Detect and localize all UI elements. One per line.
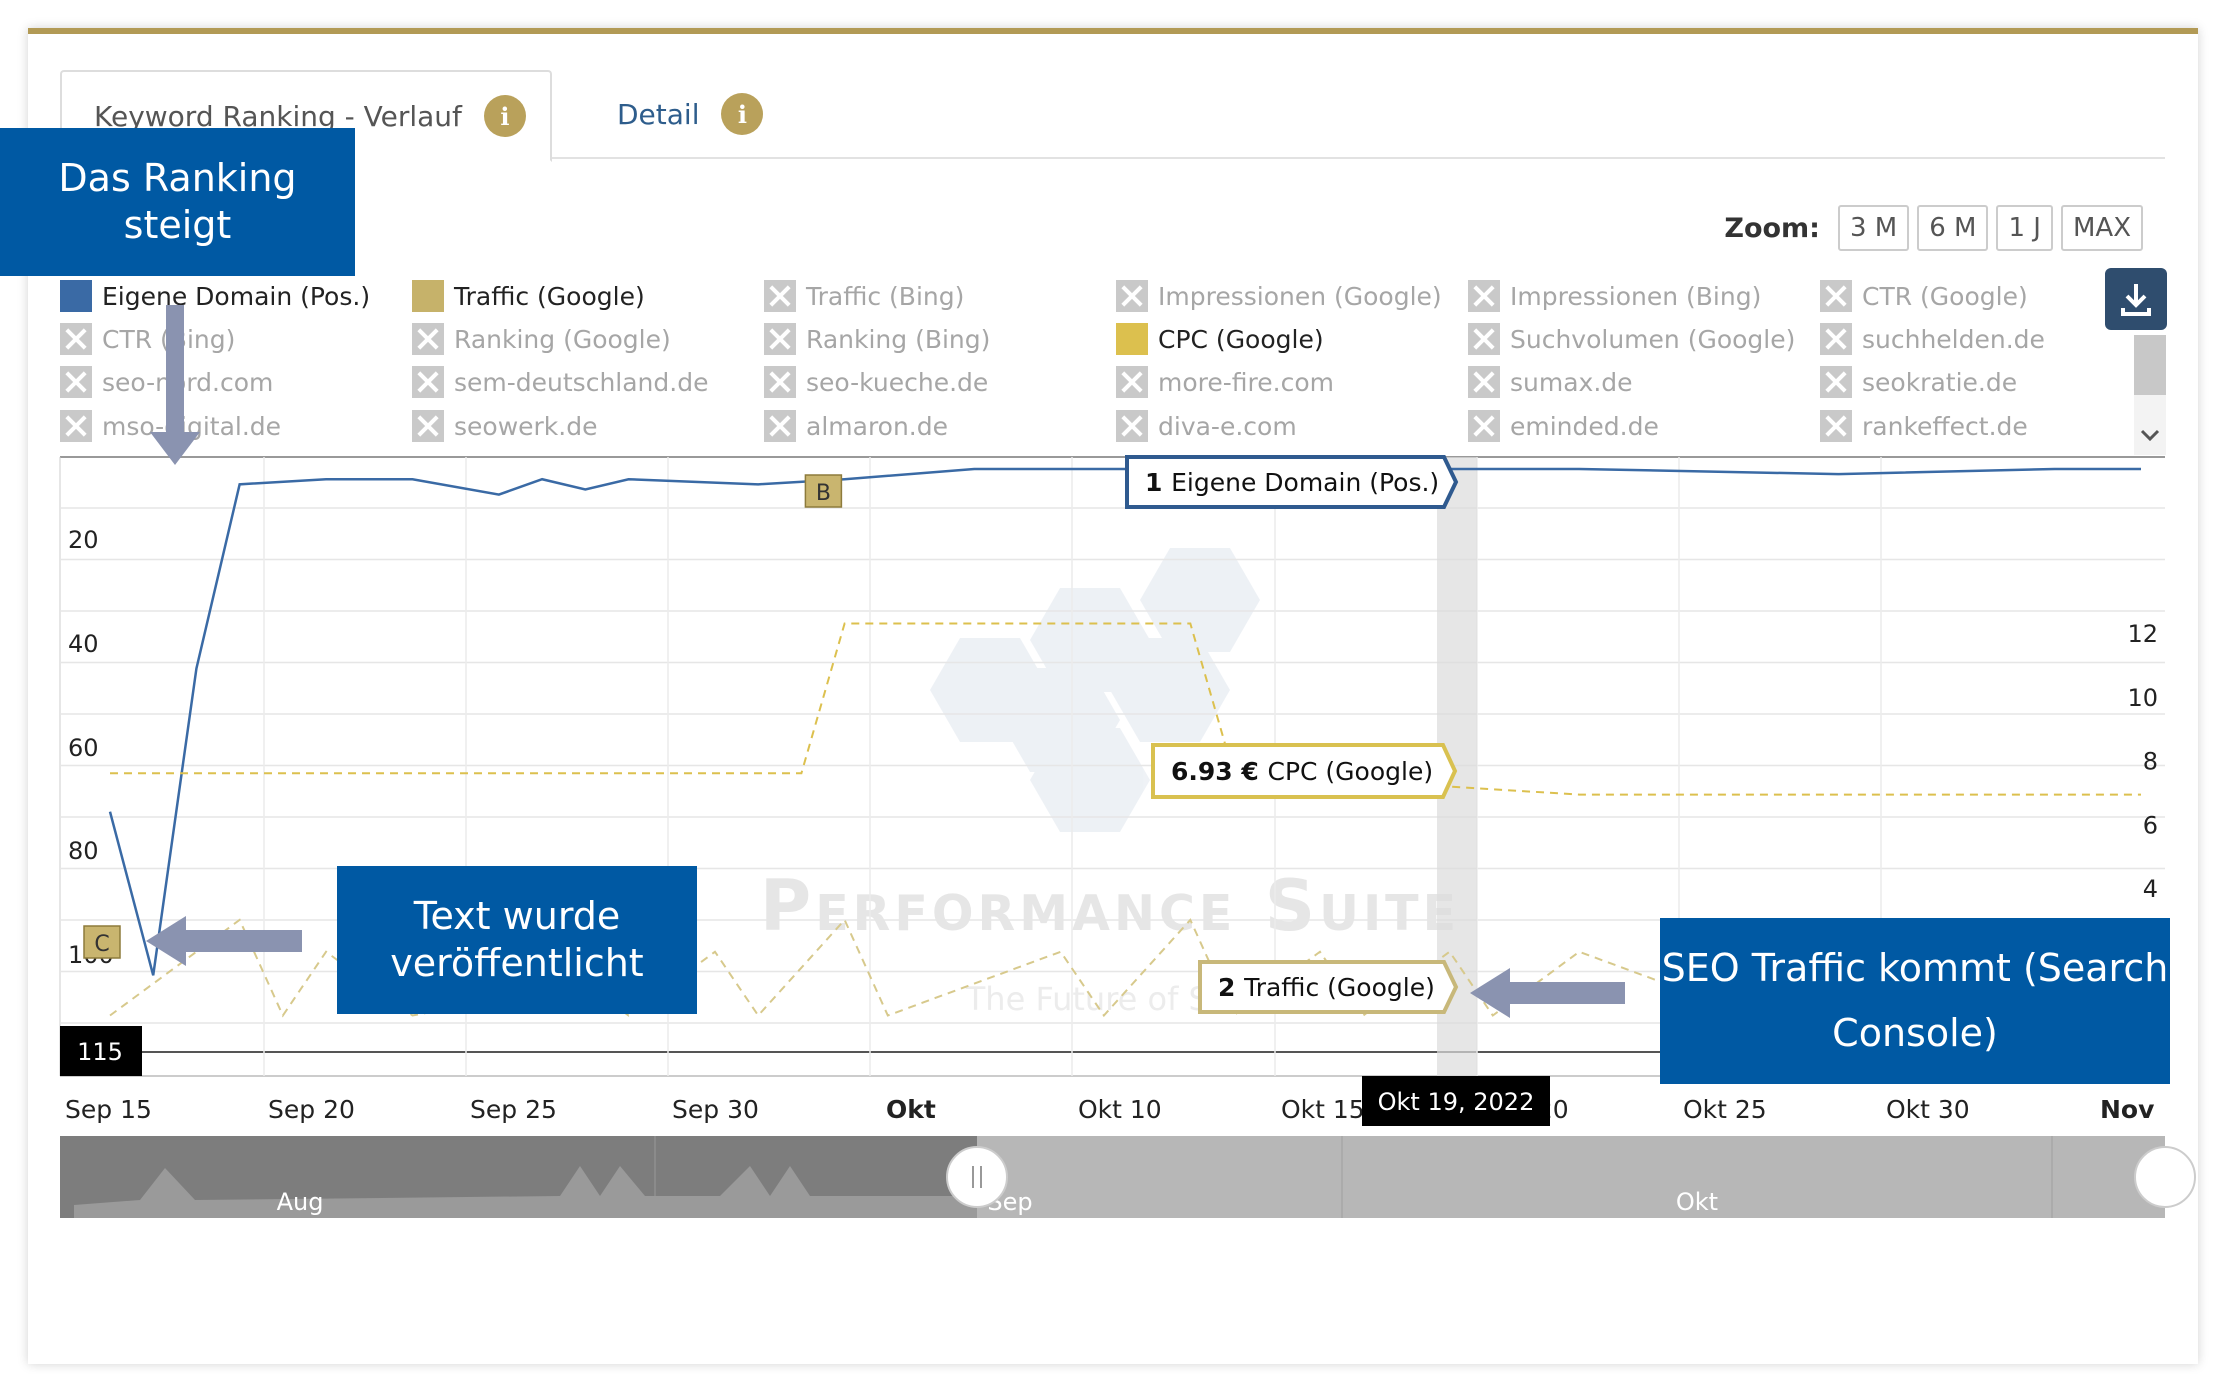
hidden-series-icon bbox=[412, 366, 444, 398]
legend-label: Impressionen (Google) bbox=[1158, 281, 1442, 311]
legend-item-traffic-bing[interactable]: Traffic (Bing) bbox=[764, 280, 964, 312]
legend-label: seo-kueche.de bbox=[806, 367, 989, 397]
info-icon[interactable]: i bbox=[483, 95, 526, 137]
legend-item-almaron-de[interactable]: almaron.de bbox=[764, 410, 948, 442]
legend-item-seo-nord-com[interactable]: seo-nord.com bbox=[60, 366, 273, 398]
legend-label: Suchvolumen (Google) bbox=[1510, 324, 1796, 354]
legend-item-suchhelden-de[interactable]: suchhelden.de bbox=[1820, 323, 2045, 355]
legend-label: sumax.de bbox=[1510, 367, 1633, 397]
legend-label: CPC (Google) bbox=[1158, 324, 1324, 354]
legend-item-impressionen-google[interactable]: Impressionen (Google) bbox=[1116, 280, 1442, 312]
legend-label: almaron.de bbox=[806, 411, 949, 441]
legend-label: diva-e.com bbox=[1158, 411, 1297, 441]
download-button[interactable] bbox=[2105, 268, 2167, 330]
legend-item-seokratie-de[interactable]: seokratie.de bbox=[1820, 366, 2017, 398]
hidden-series-icon bbox=[60, 366, 92, 398]
legend-item-seowerk-de[interactable]: seowerk.de bbox=[412, 410, 597, 442]
legend-item-rankeffect-de[interactable]: rankeffect.de bbox=[1820, 410, 2028, 442]
hidden-series-icon bbox=[60, 323, 92, 355]
legend-label: rankeffect.de bbox=[1862, 411, 2028, 441]
legend-label: CTR (Bing) bbox=[102, 324, 236, 354]
hidden-series-icon bbox=[764, 366, 796, 398]
hidden-series-icon bbox=[1116, 280, 1148, 312]
legend-item-ranking-bing[interactable]: Ranking (Bing) bbox=[764, 323, 990, 355]
chevron-down-icon[interactable] bbox=[2134, 421, 2166, 451]
legend-label: sem-deutschland.de bbox=[454, 367, 709, 397]
callout-text-published: Text wurde veröffentlicht bbox=[337, 866, 697, 1014]
hidden-series-icon bbox=[1116, 410, 1148, 442]
hidden-series-icon bbox=[764, 280, 796, 312]
zoom-6m-button[interactable]: 6 M bbox=[1917, 205, 1989, 251]
legend-item-ranking-google[interactable]: Ranking (Google) bbox=[412, 323, 671, 355]
callout-seo-traffic: SEO Traffic kommt (Search Console) bbox=[1660, 918, 2170, 1084]
legend-swatch bbox=[60, 280, 92, 312]
zoom-1j-button[interactable]: 1 J bbox=[1996, 205, 2053, 251]
hidden-series-icon bbox=[1468, 280, 1500, 312]
hidden-series-icon bbox=[412, 323, 444, 355]
legend-label: suchhelden.de bbox=[1862, 324, 2045, 354]
hidden-series-icon bbox=[1820, 410, 1852, 442]
legend-label: seo-nord.com bbox=[102, 367, 274, 397]
legend-label: CTR (Google) bbox=[1862, 281, 2028, 311]
zoom-max-button[interactable]: MAX bbox=[2060, 205, 2143, 251]
legend-label: mso-digital.de bbox=[102, 411, 282, 441]
legend-item-suchvolumen-google[interactable]: Suchvolumen (Google) bbox=[1468, 323, 1795, 355]
legend-item-impressionen-bing[interactable]: Impressionen (Bing) bbox=[1468, 280, 1761, 312]
legend-item-sumax-de[interactable]: sumax.de bbox=[1468, 366, 1633, 398]
legend-label: eminded.de bbox=[1510, 411, 1659, 441]
legend-scroll-thumb[interactable] bbox=[2134, 335, 2166, 395]
legend-swatch bbox=[1116, 323, 1148, 355]
legend-label: Traffic (Bing) bbox=[806, 281, 965, 311]
legend-label: Ranking (Bing) bbox=[806, 324, 991, 354]
hidden-series-icon bbox=[764, 323, 796, 355]
legend-label: Traffic (Google) bbox=[454, 281, 645, 311]
legend-item-cpc-google[interactable]: CPC (Google) bbox=[1116, 323, 1324, 355]
legend-swatch bbox=[412, 280, 444, 312]
hidden-series-icon bbox=[1820, 323, 1852, 355]
hidden-series-icon bbox=[1820, 280, 1852, 312]
legend-item-eminded-de[interactable]: eminded.de bbox=[1468, 410, 1659, 442]
legend-label: Impressionen (Bing) bbox=[1510, 281, 1762, 311]
hidden-series-icon bbox=[764, 410, 796, 442]
hidden-series-icon bbox=[1468, 410, 1500, 442]
legend-label: Eigene Domain (Pos.) bbox=[102, 281, 371, 311]
legend-label: seokratie.de bbox=[1862, 367, 2018, 397]
legend-label: seowerk.de bbox=[454, 411, 598, 441]
legend-item-diva-e-com[interactable]: diva-e.com bbox=[1116, 410, 1297, 442]
legend-item-traffic-google[interactable]: Traffic (Google) bbox=[412, 280, 645, 312]
callout-ranking: Das Ranking steigt bbox=[0, 128, 355, 276]
legend-item-ctr-google[interactable]: CTR (Google) bbox=[1820, 280, 2028, 312]
hidden-series-icon bbox=[1468, 366, 1500, 398]
tab-label: Detail bbox=[617, 97, 700, 131]
legend-scrollbar[interactable] bbox=[2134, 335, 2166, 455]
zoom-controls: Zoom: 3 M 6 M 1 J MAX bbox=[1724, 205, 2143, 251]
download-icon bbox=[2121, 284, 2151, 316]
legend-item-mso-digital-de[interactable]: mso-digital.de bbox=[60, 410, 281, 442]
hidden-series-icon bbox=[1820, 366, 1852, 398]
legend-item-more-fire-com[interactable]: more-fire.com bbox=[1116, 366, 1334, 398]
hidden-series-icon bbox=[60, 410, 92, 442]
legend-label: more-fire.com bbox=[1158, 367, 1334, 397]
legend-item-ctr-bing[interactable]: CTR (Bing) bbox=[60, 323, 235, 355]
zoom-3m-button[interactable]: 3 M bbox=[1837, 205, 1910, 251]
hidden-series-icon bbox=[1116, 366, 1148, 398]
legend-item-seo-kueche-de[interactable]: seo-kueche.de bbox=[764, 366, 988, 398]
legend-label: Ranking (Google) bbox=[454, 324, 671, 354]
legend-item-sem-deutschland-de[interactable]: sem-deutschland.de bbox=[412, 366, 708, 398]
tab-detail[interactable]: Detail i bbox=[585, 70, 764, 158]
zoom-label: Zoom: bbox=[1724, 212, 1820, 244]
info-icon[interactable]: i bbox=[721, 93, 764, 135]
hidden-series-icon bbox=[412, 410, 444, 442]
hidden-series-icon bbox=[1468, 323, 1500, 355]
legend-item-eigene-domain-pos[interactable]: Eigene Domain (Pos.) bbox=[60, 280, 370, 312]
